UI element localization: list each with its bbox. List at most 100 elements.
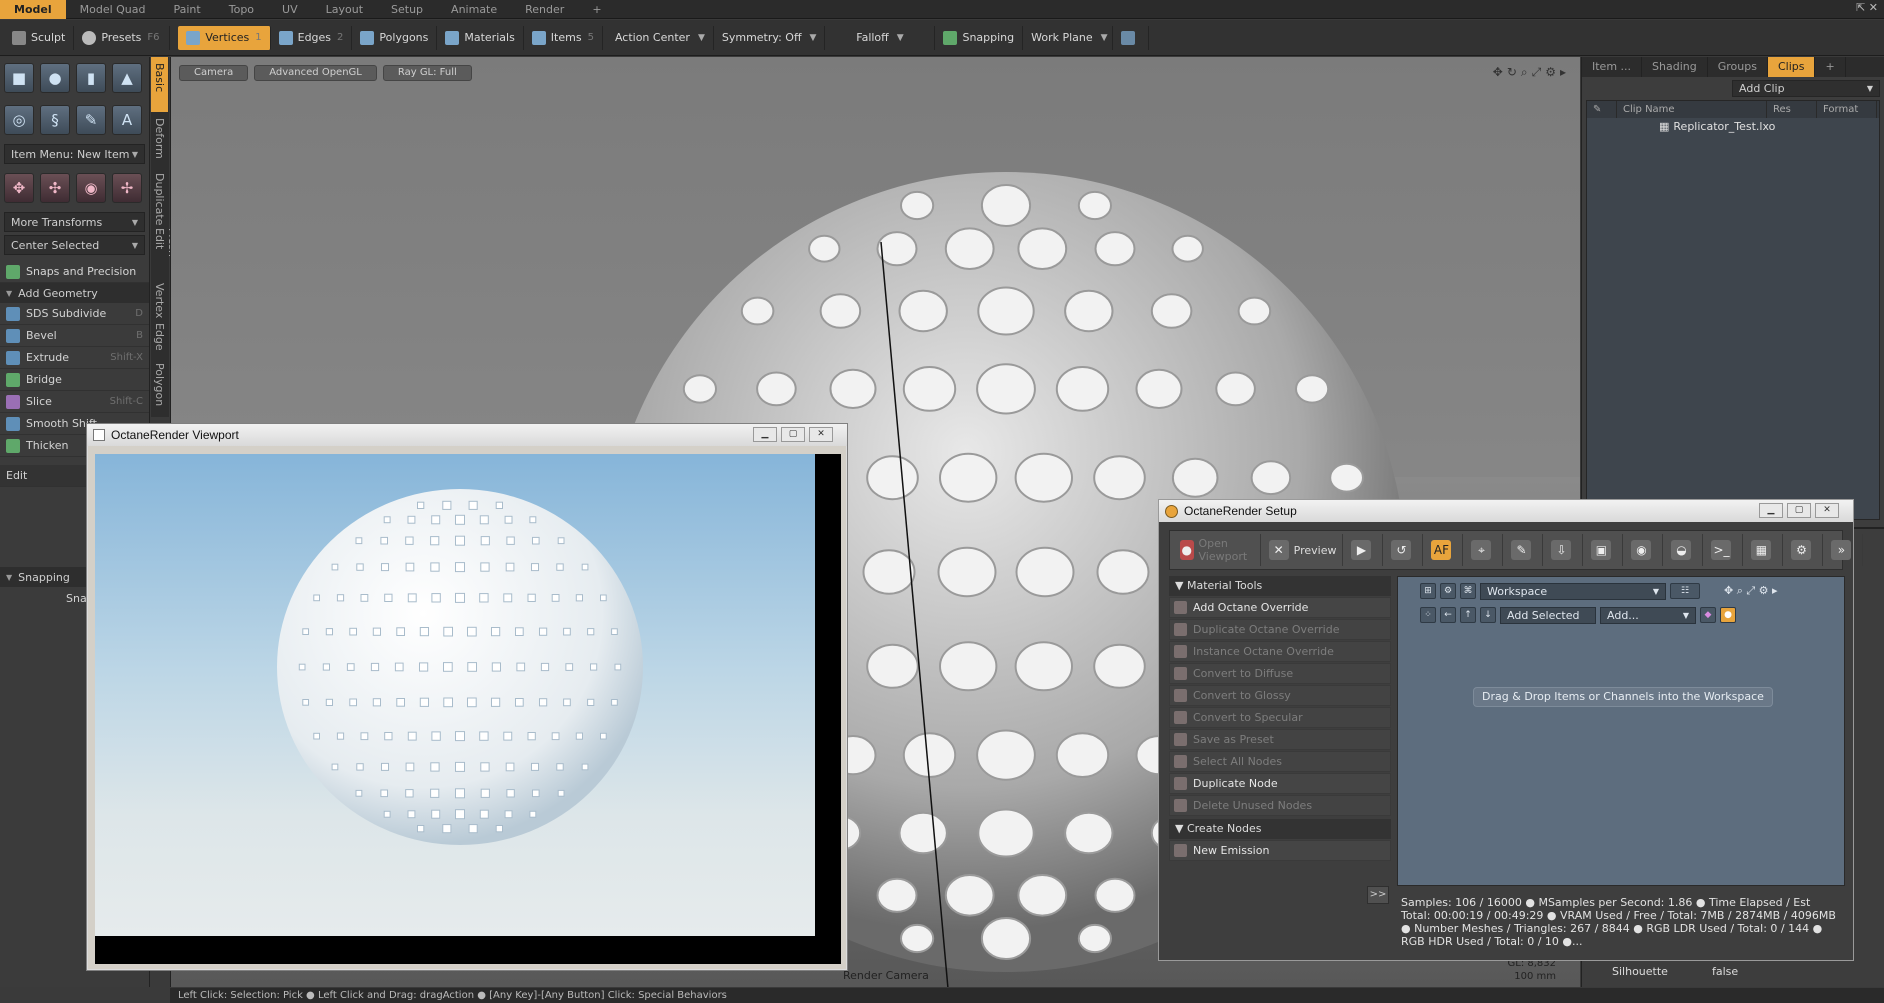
picker-button[interactable]: ⌖ bbox=[1465, 534, 1504, 566]
console-button[interactable]: >_ bbox=[1705, 534, 1744, 566]
col-res[interactable]: Res bbox=[1767, 101, 1817, 118]
tab-uv[interactable]: UV bbox=[268, 0, 312, 19]
preview-button[interactable]: ✕ Preview bbox=[1263, 534, 1344, 566]
af-focus-button[interactable]: AF bbox=[1425, 534, 1464, 566]
workspace-nav-icons[interactable]: ✥ ⌕ ⤢ ⚙ ▸ bbox=[1724, 584, 1778, 598]
restart-button[interactable]: ↺ bbox=[1385, 534, 1424, 566]
add-panel-tab[interactable]: + bbox=[1815, 57, 1846, 77]
clip-row[interactable]: ▦ Replicator_Test.lxo bbox=[1587, 118, 1879, 135]
convert-to-glossy-button[interactable]: Convert to Glossy bbox=[1169, 685, 1391, 706]
edges-mode-button[interactable]: Edges 2 bbox=[271, 25, 353, 50]
items-mode-button[interactable]: Items 5 bbox=[524, 25, 603, 50]
edit-pen-icon[interactable]: ✎ bbox=[1587, 101, 1617, 118]
camera-dropdown[interactable]: Camera bbox=[179, 65, 249, 81]
cone-icon[interactable]: ▲ bbox=[112, 63, 142, 93]
octane-viewport-titlebar[interactable]: OctaneRender Viewport bbox=[87, 424, 847, 446]
snaps-and-precision-button[interactable]: Snaps and Precision bbox=[0, 261, 149, 283]
octane-setup-window[interactable]: OctaneRender Setup ▁ ▢ ✕ ● Open Viewport … bbox=[1158, 499, 1864, 961]
close-icon[interactable]: ✕ bbox=[809, 427, 833, 442]
save-image-button[interactable]: ⇩ bbox=[1545, 534, 1584, 566]
raygl-dropdown[interactable]: Ray GL: Full bbox=[382, 65, 472, 81]
vtab-edge[interactable]: Edge bbox=[151, 317, 168, 357]
gpu-button[interactable]: ▦ bbox=[1745, 534, 1784, 566]
tab-groups[interactable]: Groups bbox=[1708, 57, 1768, 77]
camera-button[interactable]: ◉ bbox=[1625, 534, 1664, 566]
falloff-dropdown[interactable]: Falloff ▼ bbox=[825, 25, 936, 50]
instance-octane-override-button[interactable]: Instance Octane Override bbox=[1169, 641, 1391, 662]
vtab-deform[interactable]: Deform bbox=[151, 112, 168, 167]
new-emission-button[interactable]: New Emission bbox=[1169, 840, 1391, 861]
octane-setup-titlebar[interactable]: OctaneRender Setup bbox=[1159, 500, 1853, 522]
workspace-dropdown[interactable]: Workspace ▼ bbox=[1480, 582, 1666, 600]
minimize-icon[interactable]: ▁ bbox=[1759, 503, 1783, 518]
arrow-up-icon[interactable]: ↑ bbox=[1460, 607, 1476, 623]
col-format[interactable]: Format bbox=[1817, 101, 1877, 118]
vtab-basic[interactable]: Basic bbox=[151, 57, 168, 112]
snapping-toggle[interactable]: Snapping bbox=[935, 25, 1024, 50]
region-button[interactable]: ▣ bbox=[1585, 534, 1624, 566]
add-octane-override-button[interactable]: Add Octane Override bbox=[1169, 597, 1391, 618]
grid-icon[interactable]: ☷ bbox=[1670, 583, 1700, 599]
tool-slice[interactable]: Slice Shift-C bbox=[0, 391, 149, 413]
gear-icon[interactable]: ⚙ bbox=[1440, 583, 1456, 599]
tab-clips[interactable]: Clips bbox=[1767, 57, 1816, 77]
diamond-icon[interactable]: ◆ bbox=[1700, 607, 1716, 623]
add-selected-button[interactable]: Add Selected bbox=[1500, 606, 1596, 624]
col-clip-name[interactable]: Clip Name bbox=[1617, 101, 1767, 118]
sun-icon[interactable]: ● bbox=[1720, 607, 1736, 623]
delete-unused-nodes-button[interactable]: Delete Unused Nodes bbox=[1169, 795, 1391, 816]
item-menu-dropdown[interactable]: Item Menu: New Item ▼ bbox=[4, 144, 145, 164]
save-as-preset-button[interactable]: Save as Preset bbox=[1169, 729, 1391, 750]
arrow-down-icon[interactable]: ↓ bbox=[1480, 607, 1496, 623]
settings-button[interactable]: ⚙ bbox=[1785, 534, 1824, 566]
select-all-nodes-button[interactable]: Select All Nodes bbox=[1169, 751, 1391, 772]
material-tools-header[interactable]: ▼ Material Tools bbox=[1169, 576, 1391, 596]
vtab-polygon[interactable]: Polygon bbox=[151, 357, 168, 407]
prop-silhouette-value[interactable]: false bbox=[1712, 965, 1738, 978]
toolbar-extra-button[interactable] bbox=[1113, 25, 1150, 50]
octane-viewport-window[interactable]: OctaneRender Viewport ▁ ▢ ✕ bbox=[86, 423, 848, 971]
move-icon[interactable]: ✥ bbox=[4, 173, 34, 203]
cube-icon[interactable]: ■ bbox=[4, 63, 34, 93]
add-clip-dropdown[interactable]: Add Clip ▼ bbox=[1732, 80, 1880, 97]
cylinder-icon[interactable]: ▮ bbox=[76, 63, 106, 93]
add-node-dropdown[interactable]: Add... ▼ bbox=[1600, 606, 1696, 624]
pen-icon[interactable]: ✎ bbox=[76, 105, 106, 135]
tool-sds-subdivide[interactable]: SDS Subdivide D bbox=[0, 303, 149, 325]
app-window-controls[interactable]: ⇱ ✕ bbox=[1856, 1, 1878, 14]
maximize-icon[interactable]: ▢ bbox=[781, 427, 805, 442]
node-workspace[interactable]: ⊞ ⚙ ⌘ Workspace ▼ ☷ ✥ ⌕ ⤢ ⚙ ▸ ⁘ ← ↑ ↓ Add… bbox=[1397, 576, 1845, 886]
work-plane-dropdown[interactable]: Work Plane ▼ bbox=[1023, 25, 1114, 50]
transform-icon[interactable]: ✢ bbox=[112, 173, 142, 203]
tab-shading[interactable]: Shading bbox=[1642, 57, 1708, 77]
sculpt-button[interactable]: Sculpt bbox=[4, 25, 75, 50]
tab-setup[interactable]: Setup bbox=[377, 0, 437, 19]
convert-to-specular-button[interactable]: Convert to Specular bbox=[1169, 707, 1391, 728]
tool-bridge[interactable]: Bridge bbox=[0, 369, 149, 391]
tube-icon[interactable]: § bbox=[40, 105, 70, 135]
tab-render[interactable]: Render bbox=[511, 0, 578, 19]
add-tab-button[interactable]: + bbox=[578, 0, 615, 19]
tab-layout[interactable]: Layout bbox=[312, 0, 377, 19]
tab-paint[interactable]: Paint bbox=[160, 0, 215, 19]
minimize-icon[interactable]: ▁ bbox=[753, 427, 777, 442]
vertices-mode-button[interactable]: Vertices 1 bbox=[178, 25, 271, 50]
tab-model[interactable]: Model bbox=[0, 0, 66, 19]
duplicate-node-button[interactable]: Duplicate Node bbox=[1169, 773, 1391, 794]
add-geometry-header[interactable]: ▼ Add Geometry bbox=[0, 283, 149, 303]
tab-item-list[interactable]: Item ... bbox=[1582, 57, 1643, 77]
rotate-icon[interactable]: ✣ bbox=[40, 173, 70, 203]
vtab-vertex[interactable]: Vertex bbox=[151, 277, 168, 318]
play-button[interactable]: ▶ bbox=[1345, 534, 1384, 566]
arrow-left-icon[interactable]: ← bbox=[1440, 607, 1456, 623]
polygons-mode-button[interactable]: Polygons bbox=[352, 25, 438, 50]
create-nodes-header[interactable]: ▼ Create Nodes bbox=[1169, 819, 1391, 839]
node-icon[interactable]: ⊞ bbox=[1420, 583, 1436, 599]
more-tools-button[interactable]: >> bbox=[1367, 886, 1389, 904]
tab-animate[interactable]: Animate bbox=[437, 0, 511, 19]
sphere-icon[interactable]: ● bbox=[40, 63, 70, 93]
materials-mode-button[interactable]: Materials bbox=[437, 25, 524, 50]
viewport-nav-icons[interactable]: ✥↻⌕⤢⚙▸ bbox=[1493, 65, 1570, 80]
toolbar-more-button[interactable]: » bbox=[1825, 534, 1864, 566]
text-icon[interactable]: A bbox=[112, 105, 142, 135]
